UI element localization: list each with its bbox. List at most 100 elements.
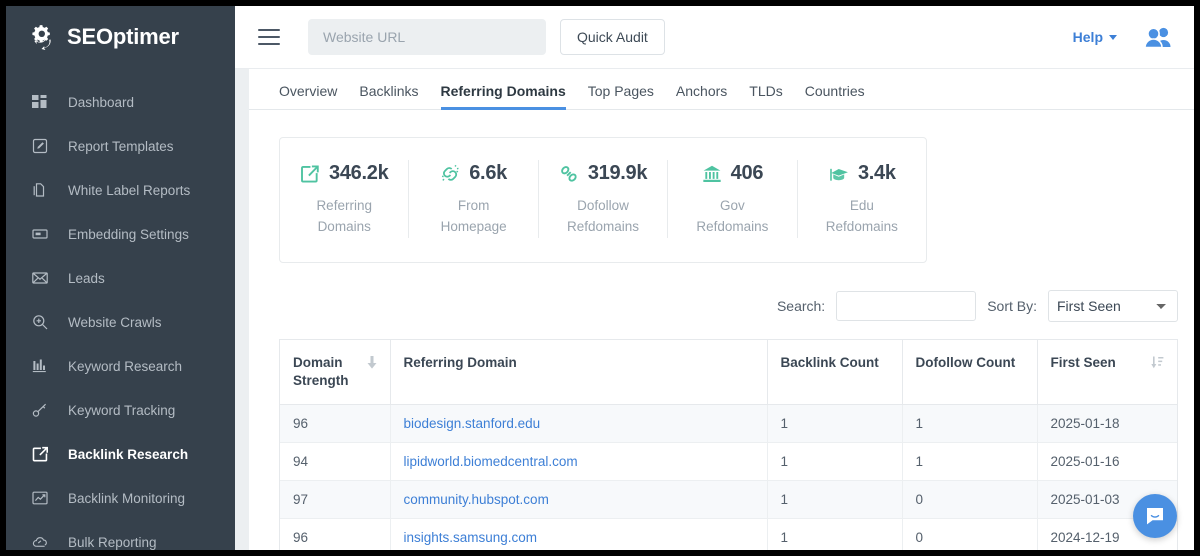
sidebar-item-leads[interactable]: Leads <box>6 256 235 300</box>
stat-referring-domains: 346.2k Referring Domains <box>280 160 409 238</box>
column-dofollow-count[interactable]: Dofollow Count <box>902 340 1037 405</box>
sidebar-item-label: Website Crawls <box>68 315 162 330</box>
cell-referring-domain[interactable]: biodesign.stanford.edu <box>390 405 767 443</box>
tab-tlds[interactable]: TLDs <box>749 83 782 109</box>
graduation-cap-icon <box>828 164 849 184</box>
sidebar-item-label: Keyword Research <box>68 359 182 374</box>
referring-domains-table: Domain Strength <box>279 339 1178 556</box>
stat-label: Referring Domains <box>296 196 392 238</box>
content-area: Overview Backlinks Referring Domains Top… <box>235 69 1194 550</box>
stat-value: 406 <box>731 162 763 185</box>
sidebar-item-label: Report Templates <box>68 139 174 154</box>
users-icon[interactable] <box>1143 25 1173 49</box>
cell-dofollow-count: 1 <box>902 443 1037 481</box>
stat-value: 319.9k <box>588 162 647 185</box>
arrow-down-icon <box>367 354 377 374</box>
cell-first-seen: 2025-01-18 <box>1037 405 1177 443</box>
cloud-icon <box>31 533 49 550</box>
stat-label: Edu Refdomains <box>814 196 910 238</box>
help-menu[interactable]: Help <box>1073 29 1117 45</box>
sidebar-item-backlink-monitoring[interactable]: Backlink Monitoring <box>6 476 235 520</box>
sort-descending-icon <box>1151 354 1164 374</box>
sidebar-item-keyword-research[interactable]: Keyword Research <box>6 344 235 388</box>
table-row[interactable]: 96 insights.samsung.com 1 0 2024-12-19 <box>280 519 1177 556</box>
cell-referring-domain[interactable]: community.hubspot.com <box>390 481 767 519</box>
cell-backlink-count: 1 <box>767 519 902 556</box>
grid-icon <box>31 93 49 111</box>
tab-referring-domains[interactable]: Referring Domains <box>441 83 566 109</box>
sidebar-item-bulk-reporting[interactable]: Bulk Reporting <box>6 520 235 550</box>
stat-value: 3.4k <box>858 162 896 185</box>
table-header-row: Domain Strength <box>280 340 1177 405</box>
referring-domain-link[interactable]: community.hubspot.com <box>404 492 549 507</box>
cell-dofollow-count: 0 <box>902 481 1037 519</box>
table-row[interactable]: 94 lipidworld.biomedcentral.com 1 1 2025… <box>280 443 1177 481</box>
column-label: First Seen <box>1051 354 1116 372</box>
embed-box-icon <box>31 225 49 243</box>
sidebar-item-dashboard[interactable]: Dashboard <box>6 80 235 124</box>
stat-edu-refdomains: 3.4k Edu Refdomains <box>798 160 926 238</box>
stat-gov-refdomains: 406 Gov Refdomains <box>668 160 797 238</box>
sidebar-item-white-label-reports[interactable]: White Label Reports <box>6 168 235 212</box>
website-url-input[interactable] <box>308 19 546 55</box>
stat-dofollow-refdomains: 319.9k Dofollow Refdomains <box>539 160 668 238</box>
stat-label: Gov Refdomains <box>684 196 780 238</box>
sidebar-item-embedding-settings[interactable]: Embedding Settings <box>6 212 235 256</box>
stat-value: 6.6k <box>469 162 507 185</box>
stat-from-homepage: 6.6k From Homepage <box>409 160 538 238</box>
cell-domain-strength: 94 <box>280 443 390 481</box>
sidebar-item-label: Keyword Tracking <box>68 403 175 418</box>
table-header: Domain Strength <box>280 340 1177 405</box>
main-area: Quick Audit Help <box>235 6 1194 550</box>
cell-referring-domain[interactable]: lipidworld.biomedcentral.com <box>390 443 767 481</box>
column-domain-strength[interactable]: Domain Strength <box>280 340 390 405</box>
cell-referring-domain[interactable]: insights.samsung.com <box>390 519 767 556</box>
table-row[interactable]: 96 biodesign.stanford.edu 1 1 2025-01-18 <box>280 405 1177 443</box>
column-label: Domain Strength <box>293 354 359 390</box>
cell-first-seen: 2025-01-16 <box>1037 443 1177 481</box>
brand-name: SEOptimer <box>67 24 179 50</box>
brand-logo-area[interactable]: SEOptimer <box>6 6 235 68</box>
sidebar-item-keyword-tracking[interactable]: Keyword Tracking <box>6 388 235 432</box>
sidebar-item-label: Bulk Reporting <box>68 535 157 550</box>
referring-domain-link[interactable]: insights.samsung.com <box>404 530 538 545</box>
sidebar-item-report-templates[interactable]: Report Templates <box>6 124 235 168</box>
stat-label: Dofollow Refdomains <box>555 196 651 238</box>
column-label: Referring Domain <box>404 355 517 370</box>
column-referring-domain[interactable]: Referring Domain <box>390 340 767 405</box>
chat-bubble-icon[interactable] <box>1133 494 1177 538</box>
column-label: Dofollow Count <box>916 355 1016 370</box>
referring-domain-link[interactable]: lipidworld.biomedcentral.com <box>404 454 578 469</box>
search-input[interactable] <box>836 291 976 321</box>
tab-top-pages[interactable]: Top Pages <box>588 83 654 109</box>
sort-by-select[interactable]: First Seen <box>1048 290 1178 322</box>
gear-refresh-icon <box>28 22 58 52</box>
key-icon <box>31 401 49 419</box>
summary-stats-card: 346.2k Referring Domains <box>279 137 927 263</box>
sort-by-label: Sort By: <box>987 298 1037 314</box>
help-label: Help <box>1073 29 1103 45</box>
tab-countries[interactable]: Countries <box>805 83 865 109</box>
envelope-icon <box>31 269 49 287</box>
table-row[interactable]: 97 community.hubspot.com 1 0 2025-01-03 <box>280 481 1177 519</box>
column-first-seen[interactable]: First Seen <box>1037 340 1177 405</box>
hamburger-icon[interactable] <box>258 29 280 45</box>
external-link-icon <box>31 445 49 463</box>
bank-icon <box>702 164 722 184</box>
pencil-square-icon <box>31 137 49 155</box>
column-backlink-count[interactable]: Backlink Count <box>767 340 902 405</box>
sidebar-item-website-crawls[interactable]: Website Crawls <box>6 300 235 344</box>
external-link-icon <box>300 164 320 184</box>
tab-bar: Overview Backlinks Referring Domains Top… <box>249 69 1194 110</box>
cell-backlink-count: 1 <box>767 405 902 443</box>
topbar: Quick Audit Help <box>235 6 1194 69</box>
content-gutter <box>235 69 249 550</box>
stat-value: 346.2k <box>329 162 388 185</box>
quick-audit-button[interactable]: Quick Audit <box>560 19 665 55</box>
sidebar-item-backlink-research[interactable]: Backlink Research <box>6 432 235 476</box>
cell-domain-strength: 96 <box>280 405 390 443</box>
referring-domain-link[interactable]: biodesign.stanford.edu <box>404 416 541 431</box>
tab-backlinks[interactable]: Backlinks <box>359 83 418 109</box>
tab-anchors[interactable]: Anchors <box>676 83 727 109</box>
tab-overview[interactable]: Overview <box>279 83 337 109</box>
